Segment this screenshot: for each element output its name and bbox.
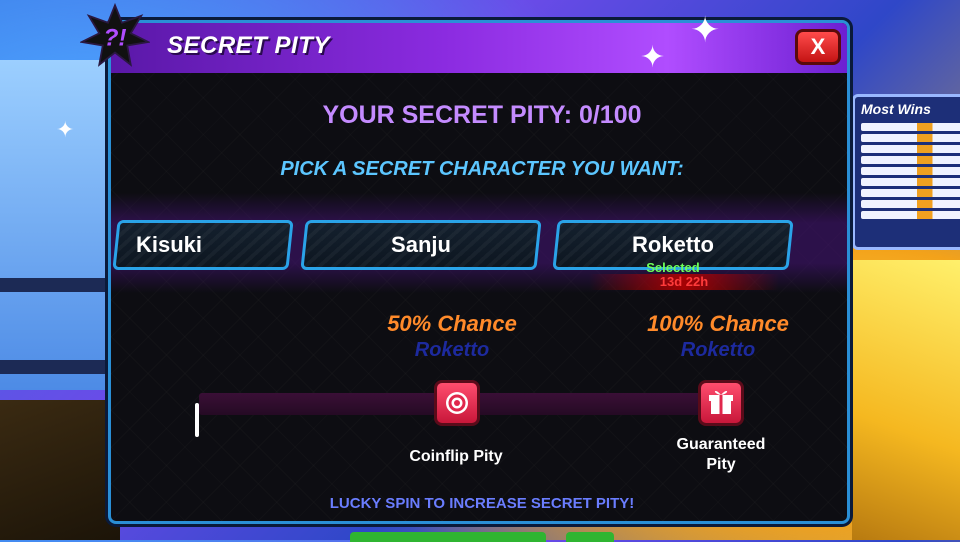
guaranteed-character: Roketto bbox=[680, 339, 756, 361]
character-button-kisuki[interactable]: Kisuki bbox=[112, 220, 294, 270]
guaranteed-pity-milestone[interactable] bbox=[698, 380, 744, 426]
bottom-green-button[interactable] bbox=[566, 532, 614, 542]
lucky-spin-hint: LUCKY SPIN TO INCREASE SECRET PITY! bbox=[329, 495, 635, 512]
coin-icon bbox=[446, 392, 468, 414]
bottom-green-button[interactable] bbox=[350, 532, 546, 542]
svg-text:?!: ?! bbox=[103, 25, 126, 52]
dialog-title-bar: SECRET PITY X bbox=[111, 23, 847, 73]
guaranteed-label-line1: Guaranteed bbox=[676, 436, 766, 453]
character-name: Sanju bbox=[391, 232, 451, 257]
close-button[interactable]: X bbox=[795, 29, 841, 65]
guaranteed-label-line2: Pity bbox=[706, 456, 736, 473]
background-floor bbox=[0, 400, 120, 540]
background-rail bbox=[0, 278, 120, 292]
dialog-title: SECRET PITY bbox=[167, 32, 330, 59]
progress-marker bbox=[195, 403, 199, 437]
sparkle-icon: ✦ bbox=[690, 10, 721, 51]
secret-pity-counter: YOUR SECRET PITY: 0/100 bbox=[322, 101, 642, 129]
leaderboard-rows bbox=[861, 123, 960, 222]
character-name: Kisuki bbox=[136, 232, 203, 257]
coinflip-character: Roketto bbox=[414, 339, 490, 361]
background-wall bbox=[0, 60, 120, 390]
pity-timer: 13d 22h bbox=[589, 274, 779, 290]
gift-icon bbox=[709, 390, 733, 414]
coinflip-pity-label: Coinflip Pity bbox=[409, 448, 503, 465]
selected-indicator: Selected bbox=[646, 260, 700, 275]
secret-pity-dialog: SECRET PITY X YOUR SECRET PITY: 0/100 PI… bbox=[108, 20, 850, 524]
sparkle-icon: ✦ bbox=[640, 40, 666, 75]
pick-character-prompt: PICK A SECRET CHARACTER YOU WANT: bbox=[280, 158, 684, 180]
guaranteed-chance: 100% Chance bbox=[647, 311, 789, 336]
sparkle-icon: ✦ bbox=[56, 118, 75, 143]
background-rail bbox=[0, 360, 120, 374]
coinflip-pity-milestone[interactable] bbox=[434, 380, 480, 426]
character-button-sanju[interactable]: Sanju bbox=[300, 220, 542, 270]
secret-star-icon: ?! bbox=[80, 2, 150, 67]
background-yellow-structure bbox=[852, 260, 960, 540]
leaderboard-title: Most Wins bbox=[861, 101, 931, 117]
coinflip-chance: 50% Chance bbox=[387, 311, 517, 336]
guaranteed-pity-label: Guaranteed Pity bbox=[651, 435, 791, 475]
leaderboard-sign: Most Wins bbox=[852, 94, 960, 250]
